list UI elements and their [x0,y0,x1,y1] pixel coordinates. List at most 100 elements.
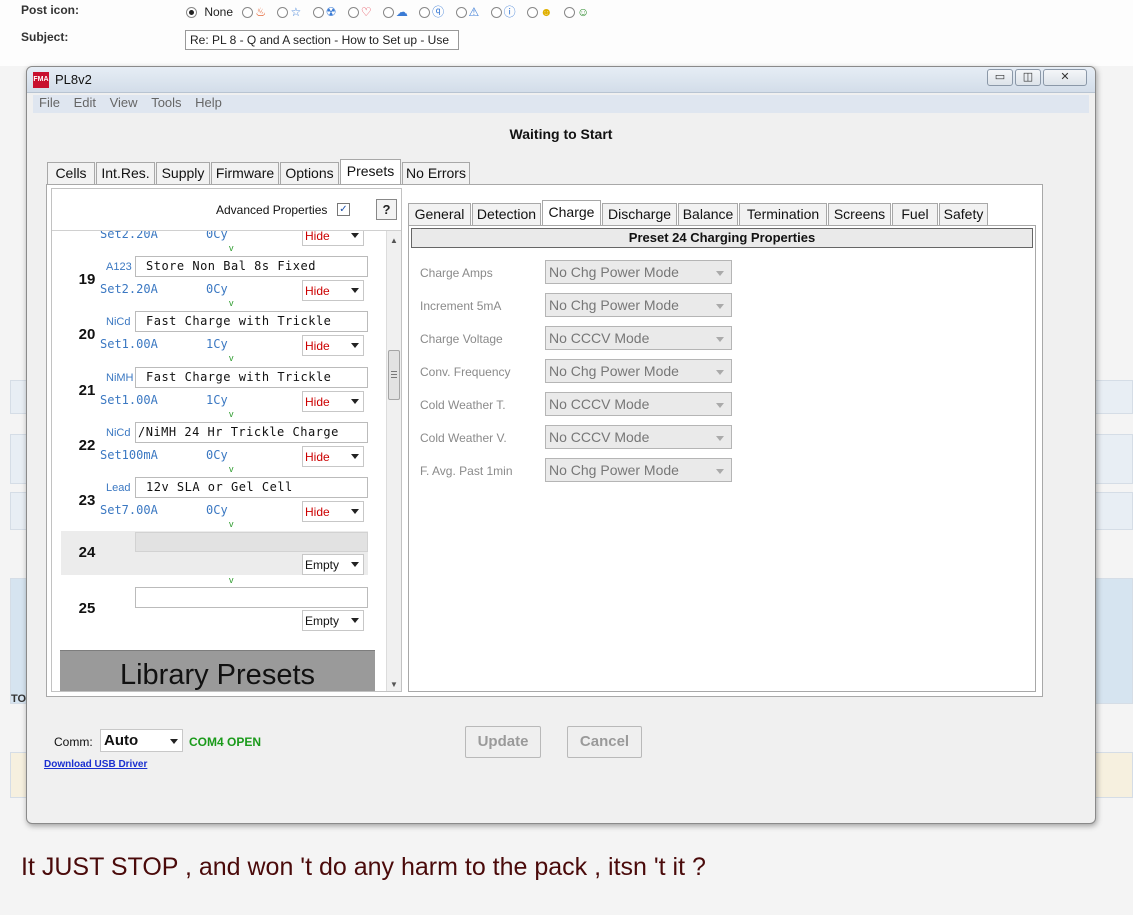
comm-select[interactable]: Auto [100,729,183,752]
menu-view[interactable]: View [110,95,138,110]
update-button[interactable]: Update [465,726,541,758]
close-button[interactable]: ✕ [1043,69,1087,86]
post-icon-radioactive-radio[interactable] [312,7,324,19]
tab-firmware[interactable]: Firmware [211,162,279,184]
menu-edit[interactable]: Edit [74,95,96,110]
preset-visibility-select[interactable]: Hide [302,231,364,246]
post-icon-grin-radio[interactable] [563,7,575,19]
chevron-down-icon [351,343,359,348]
preset-visibility-select[interactable]: Hide [302,280,364,301]
chevron-down-icon [351,399,359,404]
chevron-down-icon [716,337,724,342]
post-icon-fire-radio[interactable] [242,7,254,19]
preset-row-20[interactable]: 20 NiCd Fast Charge with Trickle Set1.00… [52,309,385,364]
subtab-discharge[interactable]: Discharge [602,203,677,225]
preset-visibility-select[interactable]: Empty [302,554,364,575]
post-icon-warning-radio[interactable] [455,7,467,19]
chevron-down-icon [716,370,724,375]
preset-row-21[interactable]: 21 NiMH Fast Charge with Trickle Set1.00… [52,365,385,420]
minimize-button[interactable]: ▭ [987,69,1013,86]
scroll-down-icon[interactable]: ▼ [390,680,398,689]
preset-visibility-select[interactable]: Hide [302,335,364,356]
preset-visibility-select[interactable]: Hide [302,446,364,467]
star-icon: ☆ [290,5,302,19]
preset-visibility-select[interactable]: Hide [302,391,364,412]
preset-name-field[interactable] [135,587,368,608]
charge-amps-select[interactable]: No Chg Power Mode [545,260,732,284]
menu-tools[interactable]: Tools [151,95,181,110]
preset-name-field[interactable]: Fast Charge with Trickle [135,311,368,332]
increment-select[interactable]: No Chg Power Mode [545,293,732,317]
menu-file[interactable]: File [39,95,60,110]
preset-number: 24 [78,544,96,561]
preset-visibility-select[interactable]: Hide [302,501,364,522]
subtab-detection[interactable]: Detection [472,203,541,225]
preset-list-panel: Advanced Properties ✓ ? Set2.20A 0Cy Hid… [51,188,402,692]
tab-options[interactable]: Options [280,162,339,184]
forum-edge-text: TO [11,693,27,705]
post-icon-speech-radio[interactable] [382,7,394,19]
preset-row-24[interactable]: 24 Empty [61,531,368,575]
preset-name-field[interactable]: Store Non Bal 8s Fixed [135,256,368,277]
preset-name-field[interactable]: /NiMH 24 Hr Trickle Charge [135,422,368,443]
advanced-properties-checkbox[interactable]: ✓ [337,203,350,216]
scrollbar-thumb[interactable] [388,350,400,400]
subtab-general[interactable]: General [408,203,471,225]
preset-number: 19 [78,271,96,288]
subtab-balance[interactable]: Balance [678,203,738,225]
tab-presets[interactable]: Presets [340,159,401,184]
preset-setting: Set2.20A [100,231,158,241]
preset-row-22[interactable]: 22 NiCd /NiMH 24 Hr Trickle Charge Set10… [52,420,385,475]
preset-chemistry: NiCd [106,427,131,439]
preset-row-23[interactable]: 23 Lead 12v SLA or Gel Cell Set7.00A 0Cy… [52,475,385,530]
cold-weather-t-select[interactable]: No CCCV Mode [545,392,732,416]
preset-name-field[interactable]: Fast Charge with Trickle [135,367,368,388]
preset-chemistry: NiMH [106,372,134,384]
tab-cells[interactable]: Cells [47,162,95,184]
post-icon-none-radio[interactable] [186,7,197,19]
conv-frequency-select[interactable]: No Chg Power Mode [545,359,732,383]
preset-name-field[interactable]: 12v SLA or Gel Cell [135,477,368,498]
preset-name-field[interactable] [135,532,368,552]
chevron-down-icon [351,454,359,459]
chevron-down-icon [716,469,724,474]
f-avg-select[interactable]: No Chg Power Mode [545,458,732,482]
maximize-button[interactable]: ◫ [1015,69,1041,86]
menu-help[interactable]: Help [195,95,222,110]
preset-setting: Set7.00A [100,503,158,517]
post-icon-heart-radio[interactable] [347,7,359,19]
help-button[interactable]: ? [376,199,397,220]
cancel-button[interactable]: Cancel [567,726,642,758]
subtab-fuel[interactable]: Fuel [892,203,938,225]
preset-list-scrollbar[interactable]: ▲ ▼ [386,231,401,691]
close-icon: ✕ [1060,71,1070,83]
expand-marker: v [229,575,234,585]
tab-int-res[interactable]: Int.Res. [96,162,155,184]
charge-voltage-select[interactable]: No CCCV Mode [545,326,732,350]
charge-amps-label: Charge Amps [420,266,493,280]
preset-visibility-select[interactable]: Empty [302,610,364,631]
post-icon-question-radio[interactable] [419,7,431,19]
chevron-down-icon [351,562,359,567]
preset-row-25[interactable]: 25 Empty [52,586,385,641]
subject-input[interactable]: Re: PL 8 - Q and A section - How to Set … [185,30,459,50]
tab-supply[interactable]: Supply [156,162,210,184]
post-icon-wink-radio[interactable] [526,7,538,19]
post-icon-info-radio[interactable] [490,7,502,19]
chevron-down-icon [351,233,359,238]
info-icon: ⓘ [503,5,516,19]
preset-setting: Set1.00A [100,393,158,407]
preset-row-19[interactable]: 19 A123 Store Non Bal 8s Fixed Set2.20A … [52,254,385,309]
subtab-charge[interactable]: Charge [542,200,601,225]
library-presets-banner[interactable]: Library Presets [60,650,375,691]
download-usb-driver-link[interactable]: Download USB Driver [44,759,147,770]
chevron-down-icon [351,618,359,623]
expand-marker: v [229,353,234,363]
cold-weather-v-select[interactable]: No CCCV Mode [545,425,732,449]
subtab-termination[interactable]: Termination [739,203,827,225]
subtab-safety[interactable]: Safety [939,203,988,225]
tab-no-errors[interactable]: No Errors [402,162,470,184]
post-icon-star-radio[interactable] [277,7,289,19]
scroll-up-icon[interactable]: ▲ [390,236,398,245]
subtab-screens[interactable]: Screens [828,203,891,225]
